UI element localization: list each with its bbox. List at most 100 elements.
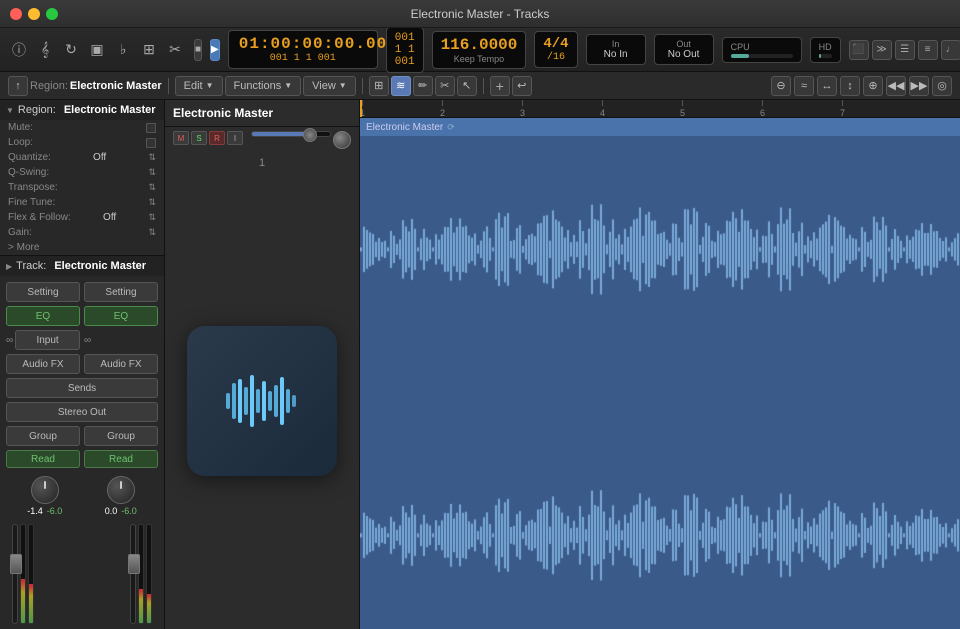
edit-menu[interactable]: Edit ▼ <box>175 76 223 96</box>
add-button[interactable]: + <box>490 76 510 96</box>
time-signature-display[interactable]: 4/4 /16 <box>534 31 577 68</box>
track-inspector-body: Setting Setting EQ EQ <box>0 276 164 629</box>
fader-thumb-2[interactable] <box>128 554 140 574</box>
cycle-icon[interactable]: ↻ <box>60 39 82 61</box>
monitor-icon[interactable]: ▣ <box>86 39 108 61</box>
group-btn-1[interactable]: Group <box>6 426 80 446</box>
options-icon[interactable]: ◎ <box>932 76 952 96</box>
audio-fx-btn-1[interactable]: Audio FX <box>6 354 80 374</box>
tempo-label: Keep Tempo <box>441 54 518 64</box>
flex-row: Flex & Follow: Off ⇅ <box>0 210 164 225</box>
channel-solo-btn[interactable]: S <box>191 131 207 145</box>
waveform-view-icon[interactable]: ≋ <box>391 76 411 96</box>
input-btn-1[interactable]: Input <box>15 330 80 350</box>
view-menu[interactable]: View ▼ <box>303 76 356 96</box>
setting-btn-1[interactable]: Setting <box>6 282 80 302</box>
channel-record-btn[interactable]: R <box>209 131 225 145</box>
audio-fx-btn-2[interactable]: Audio FX <box>84 354 158 374</box>
volume-knob-2[interactable] <box>107 476 135 504</box>
meter-fill-1 <box>21 579 25 623</box>
mute-checkbox[interactable] <box>146 123 156 133</box>
close-button[interactable] <box>10 8 22 20</box>
next-icon[interactable]: ▶▶ <box>909 76 929 96</box>
pointer-icon[interactable]: ↖ <box>457 76 477 96</box>
tempo-display[interactable]: 116.0000 Keep Tempo <box>432 31 527 69</box>
channel-fader-thumb[interactable] <box>303 128 317 142</box>
maximize-button[interactable] <box>46 8 58 20</box>
zoom-h-icon[interactable]: ↔ <box>817 76 837 96</box>
media-browser-icon[interactable]: ⬛ <box>849 40 869 60</box>
ruler: 1 2 3 4 5 <box>360 100 960 118</box>
knob-val-3: 0.0 <box>105 506 118 516</box>
time-beats: 001 1 1 001 <box>239 53 367 64</box>
finetune-stepper[interactable]: ⇅ <box>148 197 156 208</box>
mixer-icon[interactable]: ≡ <box>918 40 938 60</box>
qswing-stepper[interactable]: ⇅ <box>148 167 156 178</box>
toolbar2-right: ⊖ ≈ ↔ ↕ ⊕ ◀◀ ▶▶ ◎ <box>771 76 952 96</box>
minimize-button[interactable] <box>28 8 40 20</box>
list-icon[interactable]: ☰ <box>895 40 915 60</box>
zoom-in-icon[interactable]: ⊕ <box>863 76 883 96</box>
functions-menu[interactable]: Functions ▼ <box>225 76 302 96</box>
play-button[interactable]: ▶ <box>210 39 220 61</box>
grid-icon[interactable]: ⊞ <box>138 39 160 61</box>
scissors-icon[interactable]: ✂ <box>164 39 186 61</box>
stop-button[interactable]: ■ <box>194 39 202 61</box>
channel-input-btn[interactable]: I <box>227 131 243 145</box>
back-arrow-icon[interactable]: ↑ <box>8 76 28 96</box>
tune-icon[interactable]: ♭ <box>112 39 134 61</box>
setting-btn-2[interactable]: Setting <box>84 282 158 302</box>
separator3 <box>483 78 484 94</box>
channel-vol-knob[interactable] <box>333 131 351 149</box>
expand-icon[interactable]: ≫ <box>872 40 892 60</box>
read-btn-2[interactable]: Read <box>84 450 158 468</box>
meter-track-1 <box>20 524 26 624</box>
track-rows: Electronic Master ⟳ <box>360 118 960 629</box>
pencil-icon[interactable]: ✏ <box>413 76 433 96</box>
zoom-out-icon[interactable]: ⊖ <box>771 76 791 96</box>
hd-label: HD <box>819 42 832 52</box>
sends-row: Sends <box>6 378 158 398</box>
fader-thumb-1[interactable] <box>10 554 22 574</box>
meter-fill-2 <box>29 584 33 623</box>
zoom-v-icon[interactable]: ↕ <box>840 76 860 96</box>
playhead <box>360 100 362 117</box>
flex-stepper[interactable]: ⇅ <box>148 212 156 223</box>
grid-view-icon[interactable]: ⊞ <box>369 76 389 96</box>
gain-row: Gain: ⇅ <box>0 225 164 240</box>
quantize-stepper[interactable]: ⇅ <box>148 152 156 163</box>
knob-group-2: 0.0 -6.0 <box>105 476 137 516</box>
setting-row: Setting Setting <box>6 282 158 302</box>
prev-icon[interactable]: ◀◀ <box>886 76 906 96</box>
loop-icon[interactable]: ↩ <box>512 76 532 96</box>
sends-btn[interactable]: Sends <box>6 378 158 398</box>
read-btn-1[interactable]: Read <box>6 450 80 468</box>
eq-btn-1[interactable]: EQ <box>6 306 80 326</box>
channel-fader[interactable] <box>251 131 331 137</box>
fader-track-2[interactable] <box>130 524 136 624</box>
more-button[interactable]: > More <box>0 240 164 255</box>
meter-track-2 <box>28 524 34 624</box>
channel-mute-btn[interactable]: M <box>173 131 189 145</box>
gain-stepper[interactable]: ⇅ <box>148 227 156 238</box>
region[interactable]: Electronic Master ⟳ <box>360 118 960 629</box>
tracks-area: 1 2 3 4 5 <box>360 100 960 629</box>
volume-knob-1[interactable] <box>31 476 59 504</box>
ruler-marks: 1 2 3 4 5 <box>360 100 960 117</box>
waveform-icon-area <box>165 173 359 629</box>
zoom-wave-icon[interactable]: ≈ <box>794 76 814 96</box>
ruler-mark-3: 3 <box>520 100 525 118</box>
library-icon[interactable]: ♩ <box>941 40 960 60</box>
info-icon[interactable]: ⓘ <box>8 39 30 61</box>
read-row: Read Read <box>6 450 158 468</box>
transpose-stepper[interactable]: ⇅ <box>148 182 156 193</box>
eq-btn-2[interactable]: EQ <box>84 306 158 326</box>
group-btn-2[interactable]: Group <box>84 426 158 446</box>
track-header[interactable]: ▶ Track: Electronic Master <box>0 256 164 276</box>
region-header[interactable]: ▼ Region: Electronic Master <box>0 100 164 120</box>
fader-track-1[interactable] <box>12 524 18 624</box>
scissors-tool-icon[interactable]: ✂ <box>435 76 455 96</box>
stereo-out-btn[interactable]: Stereo Out <box>6 402 158 422</box>
loop-checkbox[interactable] <box>146 138 156 148</box>
metronome-icon[interactable]: 𝄞 <box>34 39 56 61</box>
